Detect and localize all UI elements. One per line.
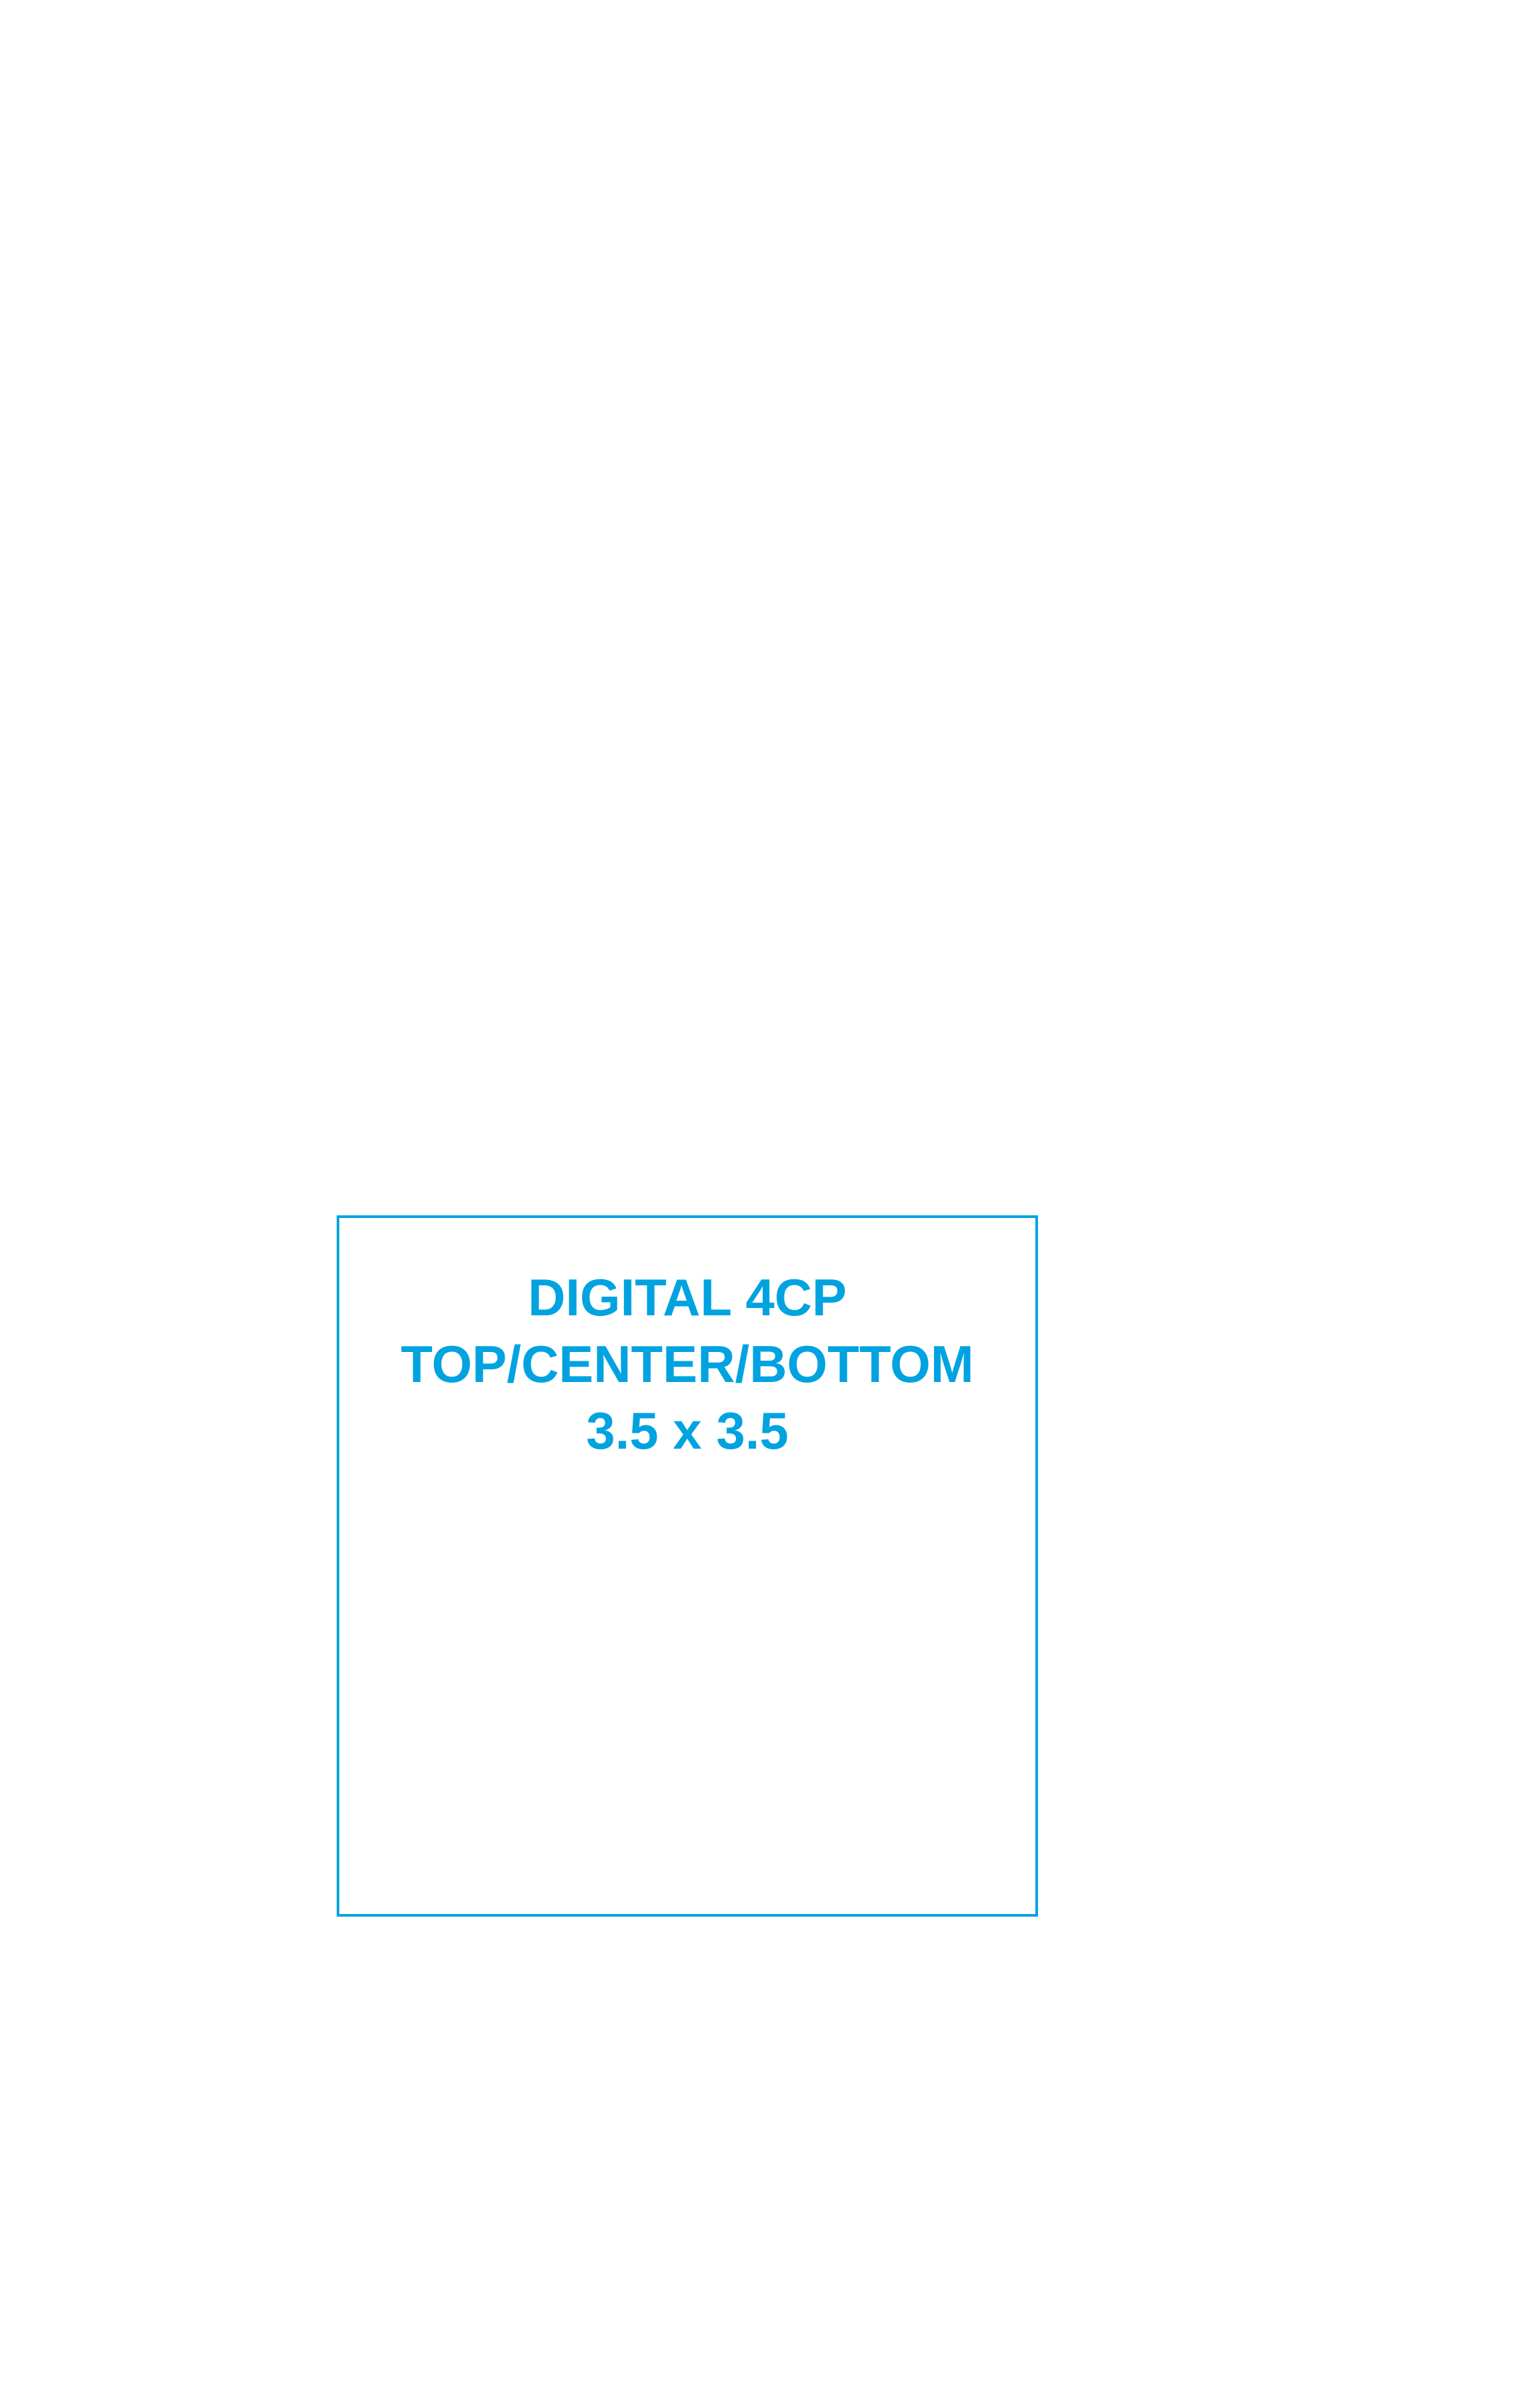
print-method-label: DIGITAL 4CP	[527, 1268, 847, 1327]
imprint-size-label: 3.5 x 3.5	[586, 1401, 789, 1460]
imprint-area-box: DIGITAL 4CP TOP/CENTER/BOTTOM 3.5 x 3.5	[337, 1215, 1038, 1917]
imprint-location-label: TOP/CENTER/BOTTOM	[401, 1335, 974, 1393]
imprint-label: DIGITAL 4CP TOP/CENTER/BOTTOM 3.5 x 3.5	[339, 1264, 1035, 1464]
